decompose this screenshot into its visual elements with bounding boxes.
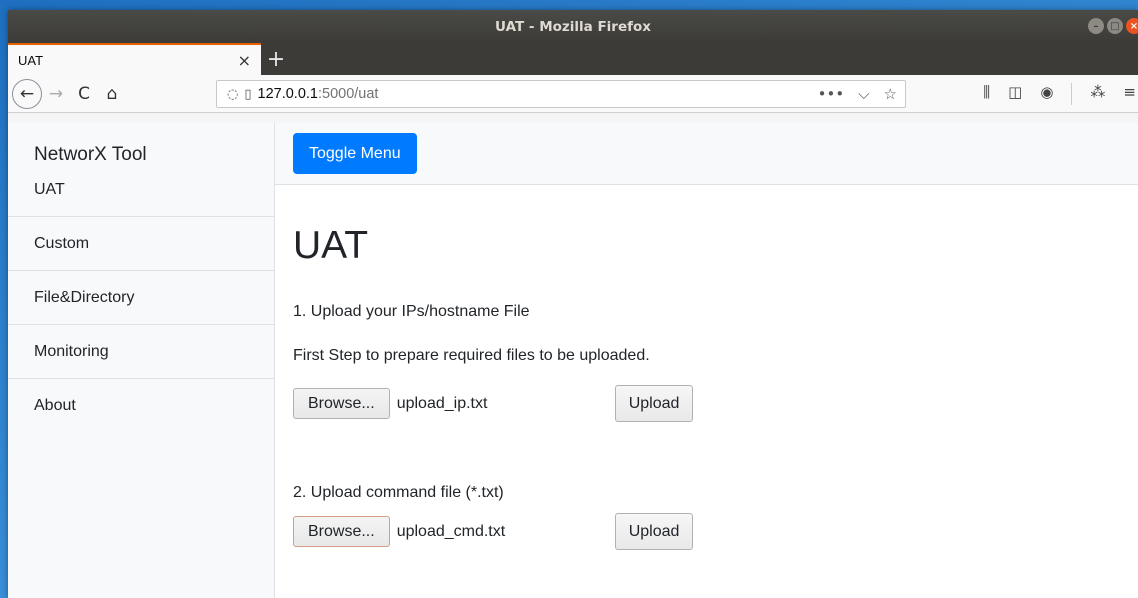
close-icon[interactable]: × — [1126, 18, 1138, 34]
bookmark-star-icon[interactable]: ☆ — [884, 85, 897, 103]
sidebar-item-file-directory[interactable]: File&Directory — [8, 271, 274, 325]
sidebar-item-custom[interactable]: Custom — [8, 217, 274, 271]
sidebar: NetworX Tool UAT Custom File&Directory M… — [8, 123, 275, 598]
step1-form: Browse... upload_ip.txt Upload — [293, 385, 694, 422]
sidebar-item-uat[interactable]: UAT — [8, 181, 274, 217]
step2-heading: 2. Upload command file (*.txt) — [293, 484, 504, 501]
step1-note: First Step to prepare required files to … — [293, 347, 650, 364]
upload-ip-button[interactable]: Upload — [614, 385, 694, 422]
page-title: UAT — [293, 224, 369, 267]
toggle-menu-button[interactable]: Toggle Menu — [293, 133, 417, 174]
library-icon[interactable]: ⫼ — [983, 83, 990, 105]
shield-icon[interactable]: ◌ — [217, 87, 244, 102]
toolbar-right: ⫼ ◫ ◉ ⁂ ≡ — [983, 82, 1138, 105]
firefox-window: UAT - Mozilla Firefox – □ × UAT × + ← → … — [8, 10, 1138, 598]
tab-close-icon[interactable]: × — [238, 51, 251, 70]
new-tab-icon[interactable]: + — [261, 43, 291, 75]
tab-label: UAT — [18, 52, 44, 68]
url-host: 127.0.0.1 — [257, 86, 318, 102]
cmd-filename: upload_cmd.txt — [396, 522, 506, 540]
page-content: NetworX Tool UAT Custom File&Directory M… — [8, 123, 1138, 598]
window-controls: – □ × — [1088, 18, 1138, 34]
url-actions: ••• ⌵ ☆ — [818, 85, 897, 103]
forward-icon[interactable]: → — [42, 80, 70, 108]
minimize-icon[interactable]: – — [1088, 18, 1104, 34]
top-nav: Toggle Menu — [275, 123, 1138, 185]
extension-icon[interactable]: ⁂ — [1090, 83, 1105, 105]
back-icon[interactable]: ← — [12, 78, 42, 109]
reload-icon[interactable]: C — [70, 80, 98, 108]
toolbar-divider — [1071, 82, 1073, 105]
pocket-icon[interactable]: ⌵ — [858, 85, 869, 103]
ip-filename: upload_ip.txt — [396, 394, 488, 412]
browse-cmd-file-button[interactable]: Browse... — [293, 516, 390, 547]
browse-ip-file-button[interactable]: Browse... — [293, 388, 390, 419]
window-title: UAT - Mozilla Firefox — [495, 18, 651, 35]
navigation-bar: ← → C ⌂ ◌ ▯ 127.0.0.1:5000/uat ••• ⌵ ☆ ⫼… — [8, 75, 1138, 113]
sidebar-icon[interactable]: ◫ — [1008, 83, 1022, 105]
home-icon[interactable]: ⌂ — [98, 80, 126, 108]
page-info-icon[interactable]: ▯ — [244, 87, 257, 102]
menu-icon[interactable]: ≡ — [1123, 83, 1136, 105]
account-icon[interactable]: ◉ — [1040, 83, 1053, 105]
page-actions-icon[interactable]: ••• — [818, 85, 845, 103]
url-bar[interactable]: ◌ ▯ 127.0.0.1:5000/uat ••• ⌵ ☆ — [216, 80, 906, 108]
step1-heading: 1. Upload your IPs/hostname File — [293, 303, 530, 320]
tab-strip: UAT × + — [8, 43, 1138, 75]
tab-uat[interactable]: UAT × — [8, 43, 261, 75]
title-bar: UAT - Mozilla Firefox – □ × — [8, 10, 1138, 43]
sidebar-item-about[interactable]: About — [8, 379, 274, 433]
step2-form: Browse... upload_cmd.txt Upload — [293, 513, 694, 550]
upload-cmd-button[interactable]: Upload — [614, 513, 694, 550]
main-panel: Toggle Menu UAT 1. Upload your IPs/hostn… — [275, 123, 1138, 598]
sidebar-item-monitoring[interactable]: Monitoring — [8, 325, 274, 379]
maximize-icon[interactable]: □ — [1107, 18, 1123, 34]
url-path: :5000/uat — [317, 86, 379, 102]
